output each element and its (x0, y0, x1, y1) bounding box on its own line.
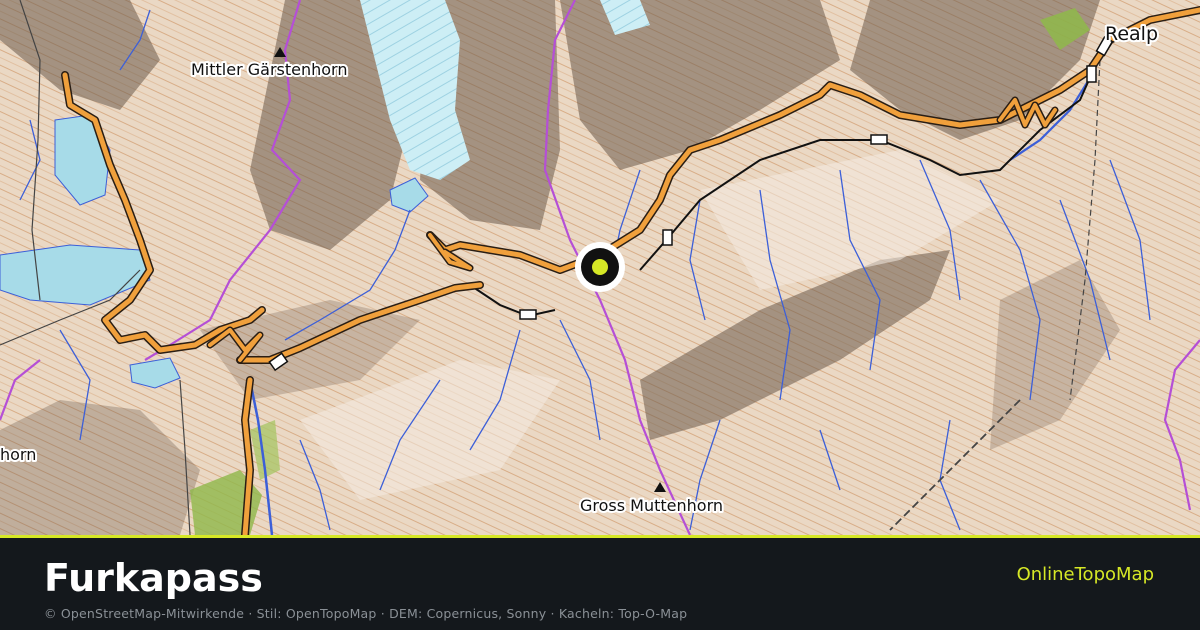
page-title: Furkapass (44, 556, 263, 600)
topo-map[interactable]: Mittler Gärstenhorn Realp Gross Muttenho… (0, 0, 1200, 535)
label-gross-muttenhorn: Gross Muttenhorn (580, 496, 723, 515)
footer: Furkapass OnlineTopoMap © OpenStreetMap-… (0, 538, 1200, 630)
attribution: © OpenStreetMap-Mitwirkende · Stil: Open… (44, 606, 688, 621)
label-edge-horn: horn (0, 445, 36, 464)
label-mittler-gaerstenhorn: Mittler Gärstenhorn (191, 60, 348, 79)
label-realp: Realp (1105, 23, 1158, 45)
brand-link[interactable]: OnlineTopoMap (1017, 564, 1154, 585)
location-marker[interactable] (575, 242, 625, 292)
